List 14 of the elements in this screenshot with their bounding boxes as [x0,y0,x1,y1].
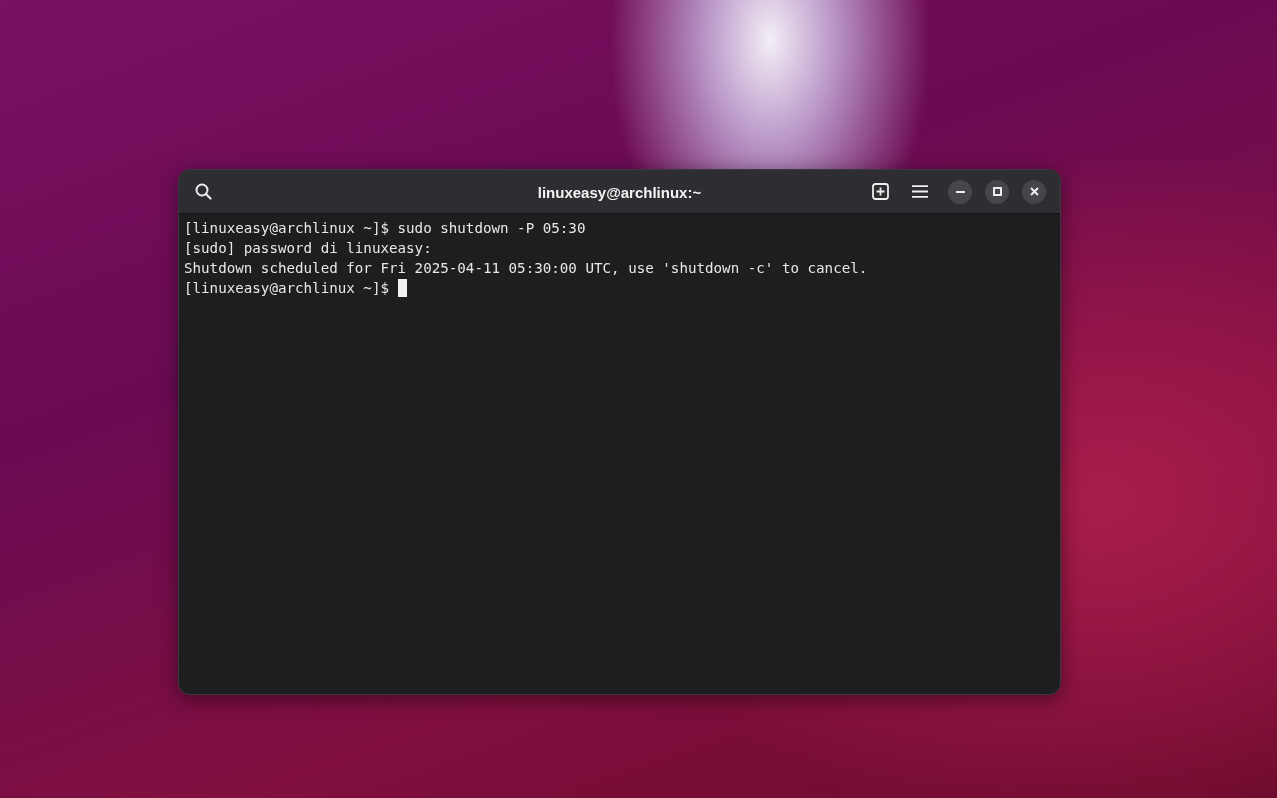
close-icon [1029,187,1039,196]
search-icon [194,183,212,200]
plus-box-icon [871,183,889,200]
terminal-line: [linuxeasy@archlinux ~]$ sudo shutdown -P 05:30 [184,220,586,236]
menu-icon [912,185,928,198]
terminal-line: Shutdown scheduled for Fri 2025-04-11 05:30:00 UTC, use 'shutdown -c' to cancel. [184,260,868,276]
terminal-line: [linuxeasy@archlinux ~]$ [184,280,390,296]
close-button[interactable] [1022,179,1046,204]
maximize-icon [992,187,1002,196]
minimize-button[interactable] [948,179,972,204]
terminal-line: [sudo] password di linuxeasy: [184,240,432,256]
maximize-button[interactable] [985,179,1009,204]
minimize-icon [955,190,965,193]
window-title: linuxeasy@archlinux:~ [537,183,702,203]
